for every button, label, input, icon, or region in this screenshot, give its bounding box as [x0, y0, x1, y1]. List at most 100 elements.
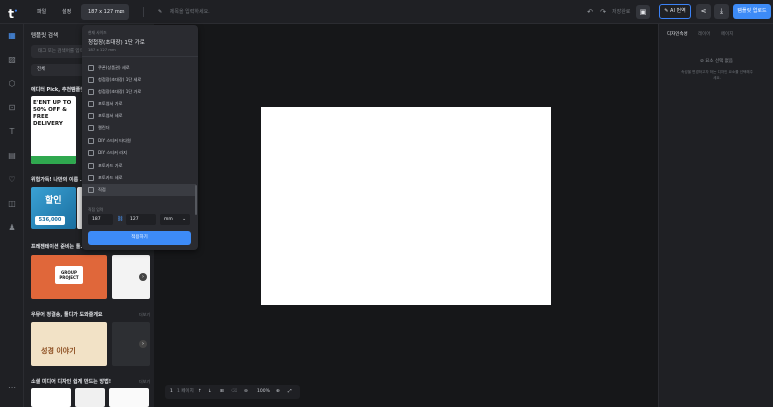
size-option[interactable]: 쿠폰(상품권) 세로 [82, 62, 196, 74]
unit-select[interactable]: mm ⌄ [160, 214, 190, 225]
template-thumbnail[interactable]: 성경 이야기 [31, 322, 107, 366]
template-thumbnail[interactable]: E'ENT UP TO 50% OFF & FREE DELIVERY [31, 96, 76, 164]
magic-wand-icon: ✎ [664, 8, 669, 14]
size-dropdown: 현재 사이즈 청첩장(초대장) 1단 가로 187 x 127 mm 쿠폰(상품… [82, 25, 198, 250]
settings-menu[interactable]: 설정 [58, 6, 75, 18]
template-thumbnail[interactable] [75, 388, 105, 407]
section-title: 소셜 미디어 디자인 쉽게 만드는 방법! [31, 379, 111, 385]
undo-icon[interactable]: ↶ [584, 6, 596, 18]
size-option-icon [88, 77, 94, 83]
tab-pages[interactable]: 페이지 [721, 31, 733, 37]
more-link[interactable]: 더보기 [139, 379, 150, 385]
size-option-label: 청첩장(초대장) 1단 가로 [98, 89, 142, 94]
size-option[interactable]: 청첩장(초대장) 1단 가로 [82, 86, 196, 98]
more-link[interactable]: 더보기 [139, 312, 150, 318]
apply-size-button[interactable]: 적용하기 [88, 231, 191, 245]
template-thumbnail[interactable] [109, 388, 149, 407]
zoom-out-icon[interactable]: ⊖ [244, 385, 248, 399]
size-option-label: 캘린더 [98, 125, 110, 130]
zoom-level[interactable]: 100% [257, 385, 270, 399]
empty-state-title-text: 요소 선택 없음 [705, 59, 733, 64]
empty-state-title: ⊘ 요소 선택 없음 [659, 58, 773, 64]
size-option-icon [88, 175, 94, 181]
size-option-label: 쿠폰(상품권) 세로 [98, 65, 130, 70]
template-thumbnail[interactable]: GROUP PROJECT [31, 255, 107, 299]
zoom-in-icon[interactable]: ⊕ [276, 385, 280, 399]
dropdown-divider [82, 56, 198, 57]
chevron-right-icon[interactable]: › [139, 340, 147, 348]
size-option[interactable]: 포토카드 가로 [82, 160, 196, 172]
page-number: 1 [170, 389, 173, 394]
size-option-icon [88, 65, 94, 71]
element-icon[interactable]: ⬡ [6, 78, 18, 90]
top-bar: t• 파일 설정 187 x 127 mm ⌄ ✎ 제목을 입력하세요. ↶ ↷… [0, 0, 773, 24]
section-title: 에디터 Pick, 추천템플릿 [31, 87, 85, 93]
link-icon[interactable]: ⛓ [117, 214, 123, 225]
template-thumbnail[interactable]: 할인 536,000 [31, 187, 76, 229]
size-option-custom[interactable]: 직접 [82, 184, 196, 196]
thumb-price: 536,000 [35, 216, 65, 225]
page-label: 1 페이지 [177, 389, 194, 394]
size-option[interactable]: 포토엽서 가로 [82, 98, 196, 110]
template-thumbnail[interactable] [31, 388, 71, 407]
share-icon[interactable]: ⋖ [696, 4, 711, 19]
size-option-icon [88, 113, 94, 119]
size-option-icon [88, 125, 94, 131]
add-page-icon[interactable]: ⊞ [220, 385, 224, 399]
user-icon[interactable]: ♟ [6, 222, 18, 234]
arrow-up-icon[interactable]: ↑ [198, 385, 202, 399]
size-option-icon [88, 187, 94, 193]
arrow-down-icon[interactable]: ↓ [208, 385, 212, 399]
title-placeholder: 제목을 입력하세요. [169, 9, 210, 15]
chevron-right-icon[interactable]: › [139, 273, 147, 281]
chevron-down-icon: ⌄ [118, 9, 123, 15]
ai-translate-button[interactable]: ✎ AI 번역 [659, 4, 691, 19]
size-option[interactable]: DIY 스티커 라지 [82, 147, 196, 159]
size-option[interactable]: 캘린더 [82, 122, 196, 134]
size-option[interactable]: 청첩장(초대장) 1단 세로 [82, 74, 196, 86]
app-logo[interactable]: t• [6, 5, 20, 21]
frame-icon[interactable]: ◫ [6, 198, 18, 210]
upload-template-button[interactable]: 템플릿 업로드 [733, 4, 771, 19]
download-icon[interactable]: ⤓ [714, 4, 729, 19]
size-option-label: 포토엽서 세로 [98, 113, 123, 118]
size-option[interactable]: DIY 스티커 타다원 [82, 135, 196, 147]
size-selector-button[interactable]: 187 x 127 mm ⌄ [81, 4, 129, 20]
size-option[interactable]: 포토카드 세로 [82, 172, 196, 184]
no-selection-icon: ⊘ [700, 59, 704, 64]
custom-size-label: 직접 입력 [88, 207, 104, 212]
dropdown-scrollbar[interactable] [195, 185, 197, 215]
table-icon[interactable]: ▤ [6, 150, 18, 162]
save-icon[interactable]: ▣ [636, 5, 650, 19]
fit-screen-icon[interactable]: ⤢ [288, 385, 292, 399]
upload-icon[interactable]: ⊡ [6, 102, 18, 114]
properties-panel: 디자인속성 레이어 페이지 ⊘ 요소 선택 없음 속성을 변경하고자 하는 디자… [658, 24, 773, 407]
template-thumbnail[interactable]: › [112, 255, 150, 299]
tab-design-properties[interactable]: 디자인속성 [667, 31, 688, 37]
current-size-label: 현재 사이즈 [88, 30, 107, 35]
delete-page-icon[interactable]: ⌫ [231, 385, 237, 399]
template-thumbnail[interactable]: › [112, 322, 150, 366]
tab-layers[interactable]: 레이어 [698, 31, 710, 37]
redo-icon[interactable]: ↷ [597, 6, 609, 18]
text-icon[interactable]: T [6, 126, 18, 138]
size-option-icon [88, 101, 94, 107]
template-icon[interactable]: ▦ [6, 30, 18, 42]
empty-state-description: 속성을 변경하고자 하는 디자인 요소를 선택해주세요. [681, 70, 753, 80]
more-icon[interactable]: ⋯ [6, 382, 18, 394]
title-input[interactable]: ✎ 제목을 입력하세요. [158, 6, 210, 18]
image-icon[interactable]: ▨ [6, 54, 18, 66]
size-option-label: 포토카드 가로 [98, 163, 123, 168]
size-option-icon [88, 138, 94, 144]
current-size-name: 청첩장(초대장) 1단 가로 [88, 40, 145, 46]
ai-translate-label: AI 번역 [670, 8, 686, 14]
tool-rail: ▦ ▨ ⬡ ⊡ T ▤ ♡ ◫ ♟ ⋯ [0, 24, 24, 407]
thumb-text: GROUP PROJECT [55, 266, 83, 284]
file-menu[interactable]: 파일 [33, 6, 50, 18]
height-input[interactable]: 127 [126, 214, 156, 225]
size-option[interactable]: 포토엽서 세로 [82, 110, 196, 122]
artboard[interactable] [261, 107, 551, 305]
width-input[interactable]: 187 [88, 214, 113, 225]
heart-icon[interactable]: ♡ [6, 174, 18, 186]
section-title: 우뮤어 정결송, 툴디가 도와줄게요 [31, 312, 103, 318]
